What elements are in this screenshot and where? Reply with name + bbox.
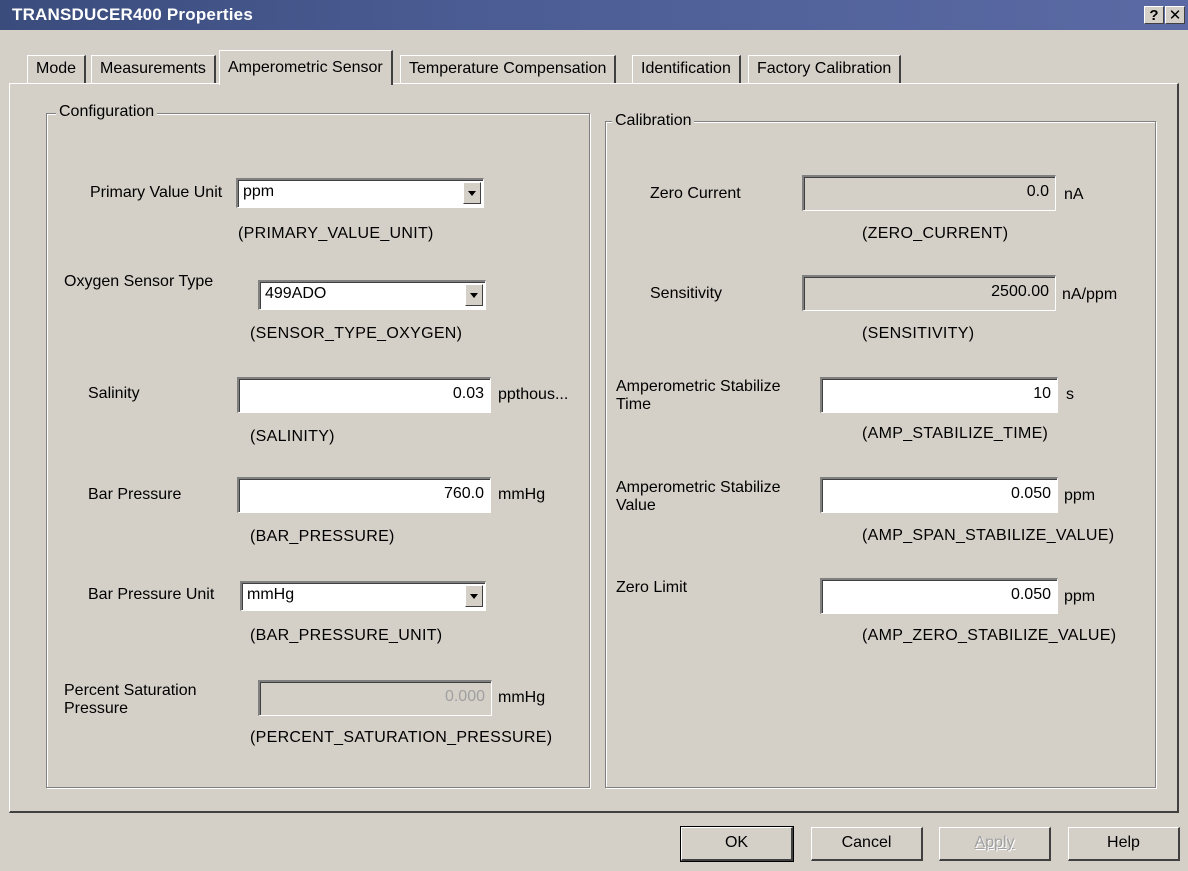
help-icon[interactable]: ? <box>1144 6 1164 24</box>
primary-value-unit-param: (PRIMARY_VALUE_UNIT) <box>238 225 434 242</box>
zero-limit-param: (AMP_ZERO_STABILIZE_VALUE) <box>862 627 1117 644</box>
zero-current-unit: nA <box>1064 186 1084 203</box>
oxygen-sensor-type-label: Oxygen Sensor Type <box>64 273 214 290</box>
zero-limit-label: Zero Limit <box>616 579 688 596</box>
title-bar: TRANSDUCER400 Properties ? ✕ <box>0 0 1188 30</box>
stabilize-time-label: Amperometric Stabilize Time <box>616 378 781 413</box>
tab-identification[interactable]: Identification <box>632 55 741 83</box>
salinity-param: (SALINITY) <box>250 428 335 445</box>
oxygen-sensor-type-select[interactable]: 499ADO <box>258 280 486 310</box>
salinity-input[interactable]: 0.03 <box>237 377 491 413</box>
chevron-down-icon[interactable] <box>465 284 483 306</box>
window-title: TRANSDUCER400 Properties <box>12 5 253 24</box>
chevron-down-icon[interactable] <box>463 182 481 204</box>
salinity-label: Salinity <box>88 385 140 402</box>
salinity-unit: ppthous... <box>498 386 569 403</box>
close-icon[interactable]: ✕ <box>1165 6 1185 24</box>
stabilize-time-input[interactable]: 10 <box>820 377 1058 413</box>
tab-factory-calibration[interactable]: Factory Calibration <box>748 55 902 83</box>
percent-saturation-pressure-param: (PERCENT_SATURATION_PRESSURE) <box>250 729 553 746</box>
bar-pressure-input[interactable]: 760.0 <box>237 477 491 513</box>
bar-pressure-unit-select[interactable]: mmHg <box>240 581 486 611</box>
primary-value-unit-value: ppm <box>243 183 275 200</box>
bar-pressure-param: (BAR_PRESSURE) <box>250 528 395 545</box>
apply-button: Apply <box>939 827 1051 861</box>
help-button[interactable]: Help <box>1068 827 1180 861</box>
ok-button[interactable]: OK <box>680 826 794 862</box>
bar-pressure-label: Bar Pressure <box>88 486 182 503</box>
primary-value-unit-label: Primary Value Unit <box>90 184 223 201</box>
stabilize-value-label: Amperometric Stabilize Value <box>616 479 781 514</box>
percent-saturation-pressure-label: Percent Saturation Pressure <box>64 682 197 717</box>
chevron-down-icon[interactable] <box>465 585 483 607</box>
bar-pressure-unit-value: mmHg <box>247 586 295 603</box>
stabilize-value-unit: ppm <box>1064 487 1096 504</box>
oxygen-sensor-type-value: 499ADO <box>265 285 327 302</box>
zero-current-field: 0.0 <box>802 175 1056 211</box>
zero-limit-input[interactable]: 0.050 <box>820 578 1058 614</box>
bar-pressure-unit: mmHg <box>498 486 546 503</box>
stabilize-value-input[interactable]: 0.050 <box>820 477 1058 513</box>
oxygen-sensor-type-param: (SENSOR_TYPE_OXYGEN) <box>250 325 463 342</box>
percent-saturation-pressure-unit: mmHg <box>498 689 546 706</box>
calibration-group-title: Calibration <box>612 112 695 130</box>
configuration-group-title: Configuration <box>56 103 158 121</box>
tab-amperometric-sensor[interactable]: Amperometric Sensor <box>219 50 393 85</box>
tab-measurements[interactable]: Measurements <box>91 55 216 83</box>
tab-mode[interactable]: Mode <box>27 55 87 83</box>
bar-pressure-unit-label: Bar Pressure Unit <box>88 586 215 603</box>
sensitivity-unit: nA/ppm <box>1062 286 1118 303</box>
zero-current-param: (ZERO_CURRENT) <box>862 225 1009 242</box>
primary-value-unit-select[interactable]: ppm <box>236 178 484 208</box>
zero-current-label: Zero Current <box>650 185 741 202</box>
tab-temperature-compensation[interactable]: Temperature Compensation <box>400 55 617 83</box>
sensitivity-label: Sensitivity <box>650 285 723 302</box>
percent-saturation-pressure-input: 0.000 <box>258 680 492 716</box>
stabilize-value-param: (AMP_SPAN_STABILIZE_VALUE) <box>862 527 1115 544</box>
calibration-group <box>605 121 1156 788</box>
zero-limit-unit: ppm <box>1064 588 1096 605</box>
sensitivity-field: 2500.00 <box>802 275 1056 311</box>
bar-pressure-unit-param: (BAR_PRESSURE_UNIT) <box>250 627 443 644</box>
sensitivity-param: (SENSITIVITY) <box>862 325 975 342</box>
stabilize-time-param: (AMP_STABILIZE_TIME) <box>862 425 1049 442</box>
stabilize-time-unit: s <box>1066 386 1074 403</box>
cancel-button[interactable]: Cancel <box>811 827 923 861</box>
